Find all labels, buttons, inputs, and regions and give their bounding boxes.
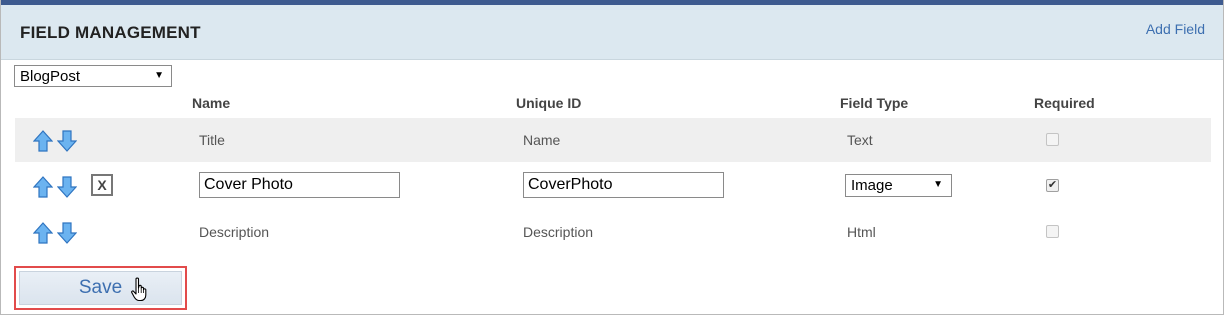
column-header-name: Name <box>192 95 231 111</box>
delete-field-button[interactable]: X <box>91 174 113 196</box>
content-type-value: BlogPost <box>20 68 81 85</box>
required-checkbox[interactable] <box>1046 133 1059 146</box>
field-type: Html <box>847 224 876 240</box>
field-row: Title Name Text <box>15 118 1211 162</box>
dropdown-arrow-icon: ▼ <box>154 70 164 81</box>
column-header-unique-id: Unique ID <box>516 95 582 111</box>
save-highlight: Save <box>14 266 187 310</box>
field-type-value: Image <box>851 177 893 194</box>
field-unique-id: Name <box>523 132 561 148</box>
field-name-input[interactable] <box>199 172 400 198</box>
reorder-controls <box>33 176 77 198</box>
add-field-link[interactable]: Add Field <box>1146 21 1205 37</box>
field-unique-id-input[interactable] <box>523 172 724 198</box>
content-type-select[interactable]: BlogPost ▼ <box>14 65 172 87</box>
arrow-up-icon[interactable] <box>33 176 53 198</box>
panel-title: FIELD MANAGEMENT <box>20 23 201 42</box>
arrow-up-icon[interactable] <box>33 130 53 152</box>
reorder-controls <box>33 222 77 244</box>
hand-pointer-icon <box>131 277 147 302</box>
dropdown-arrow-icon: ▼ <box>933 179 943 190</box>
required-checkbox[interactable]: ✔ <box>1046 179 1059 192</box>
field-type: Text <box>847 132 873 148</box>
arrow-down-icon[interactable] <box>57 130 77 152</box>
column-header-required: Required <box>1034 95 1095 111</box>
arrow-up-icon[interactable] <box>33 222 53 244</box>
required-checkbox[interactable] <box>1046 225 1059 238</box>
field-row: Description Description Html <box>15 209 1211 255</box>
field-row-editing: X Image ▼ ✔ <box>15 162 1211 209</box>
arrow-down-icon[interactable] <box>57 176 77 198</box>
reorder-controls <box>33 130 77 152</box>
column-header-field-type: Field Type <box>840 95 909 111</box>
field-unique-id: Description <box>523 224 594 240</box>
save-button[interactable]: Save <box>19 271 182 305</box>
field-management-panel: FIELD MANAGEMENT Add Field BlogPost ▼ Na… <box>0 0 1224 315</box>
field-type-select[interactable]: Image ▼ <box>845 174 952 197</box>
arrow-down-icon[interactable] <box>57 222 77 244</box>
panel-header: FIELD MANAGEMENT Add Field <box>1 5 1223 60</box>
field-name: Title <box>199 132 225 148</box>
field-name: Description <box>199 224 270 240</box>
